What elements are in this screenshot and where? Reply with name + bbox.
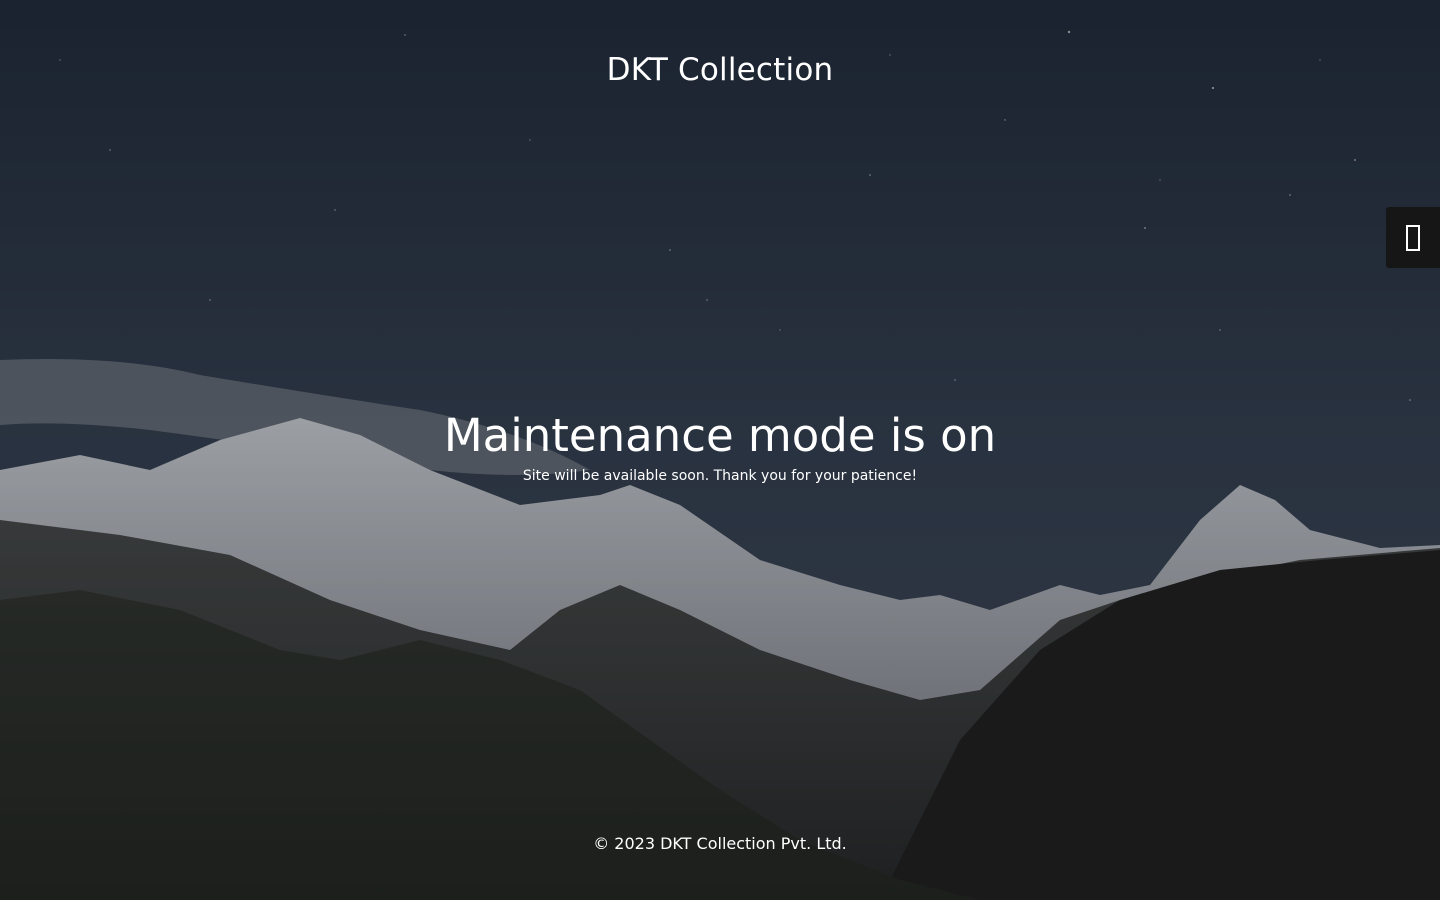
- maintenance-message: Maintenance mode is on Site will be avai…: [0, 408, 1440, 486]
- maintenance-page: DKT Collection Maintenance mode is on Si…: [0, 0, 1440, 900]
- login-icon: [1406, 224, 1420, 251]
- login-tab-button[interactable]: [1386, 207, 1440, 268]
- footer-copyright: © 2023 DKT Collection Pvt. Ltd.: [593, 834, 847, 853]
- maintenance-subtext: Site will be available soon. Thank you f…: [522, 468, 918, 484]
- maintenance-heading: Maintenance mode is on: [443, 409, 997, 462]
- site-title: DKT Collection: [606, 52, 834, 88]
